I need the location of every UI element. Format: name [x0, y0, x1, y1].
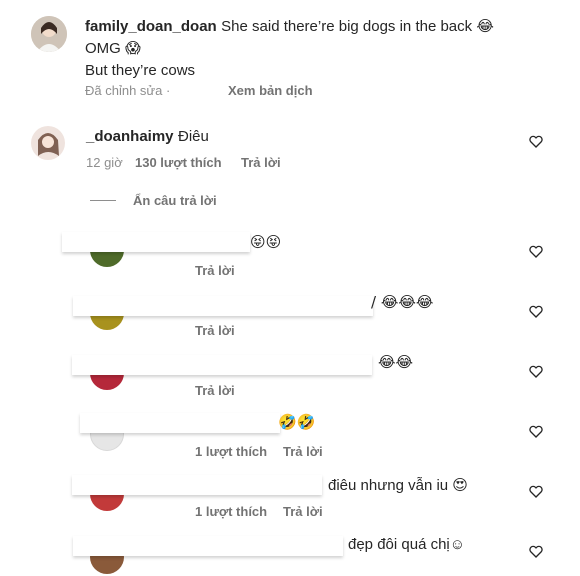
edited-label: Đã chỉnh sửa · — [85, 83, 171, 98]
reply-text-3: 😂😂 — [378, 353, 414, 371]
comment-text-line1: She said there’re big dogs in the back 😂 — [221, 18, 494, 35]
reply-4-action-wrap: Trả lời — [283, 444, 323, 459]
redaction-bar — [73, 296, 373, 316]
reply-3-action-wrap: Trả lời — [195, 383, 235, 398]
reply-text: Điêu — [177, 128, 209, 145]
redaction-bar — [73, 536, 343, 556]
reply-5-action-wrap: Trả lời — [283, 504, 323, 519]
reply-avatar-image — [31, 126, 65, 160]
redaction-bar — [72, 355, 372, 375]
reply-5-likes-wrap: 1 lượt thích — [195, 504, 267, 519]
translate-link-wrap: Xem bản dịch — [228, 83, 313, 98]
hide-replies-line — [90, 200, 116, 201]
reply-button[interactable]: Trả lời — [241, 155, 281, 170]
reply-username[interactable]: _doanhaimy — [86, 128, 174, 145]
reply-button-1[interactable]: Trả lời — [195, 263, 235, 278]
redaction-bar — [72, 475, 322, 495]
reply-text-2: / 😂😂😂 — [371, 293, 434, 311]
reply-4-likes-wrap: 1 lượt thích — [195, 444, 267, 459]
reply-button-4[interactable]: Trả lời — [283, 444, 323, 459]
avatar[interactable] — [31, 16, 67, 52]
reply-2-action-wrap: Trả lời — [195, 323, 235, 338]
avatar-image — [31, 16, 67, 52]
reply-likes[interactable]: 130 lượt thích — [135, 155, 222, 170]
like-heart-icon[interactable] — [528, 133, 544, 154]
top-comment-body: family_doan_doan She said there’re big d… — [85, 16, 525, 82]
comment-username[interactable]: family_doan_doan — [85, 18, 217, 35]
reply-text-1: 😝😝 — [250, 233, 282, 251]
comment-meta-row: Đã chỉnh sửa · — [85, 83, 170, 98]
hide-replies-button[interactable]: Ẩn câu trả lời — [133, 193, 217, 208]
comment-text-line3: But they’re cows — [85, 62, 196, 79]
reply-likes-5[interactable]: 1 lượt thích — [195, 504, 267, 519]
like-heart-icon[interactable] — [528, 303, 544, 324]
reply-1-action-wrap: Trả lời — [195, 263, 235, 278]
like-heart-icon[interactable] — [528, 243, 544, 264]
reply-likes-wrap: 130 lượt thích — [135, 155, 222, 170]
reply-avatar[interactable] — [31, 126, 65, 160]
like-heart-icon[interactable] — [528, 363, 544, 384]
reply-button-5[interactable]: Trả lời — [283, 504, 323, 519]
redaction-bar — [80, 413, 280, 433]
like-heart-icon[interactable] — [528, 483, 544, 504]
hide-replies-wrap: Ẩn câu trả lời — [133, 193, 217, 208]
redaction-bar — [62, 232, 250, 252]
reply-text-5: điêu nhưng vẫn iu 😍 — [328, 477, 468, 494]
reply-text-6: đẹp đôi quá chị☺ — [348, 536, 466, 553]
like-heart-icon[interactable] — [528, 543, 544, 564]
reply-button-2[interactable]: Trả lời — [195, 323, 235, 338]
reply-button-3[interactable]: Trả lời — [195, 383, 235, 398]
like-heart-icon[interactable] — [528, 423, 544, 444]
translate-link[interactable]: Xem bản dịch — [228, 83, 313, 98]
comment-text-line2: OMG 😱 — [85, 40, 141, 57]
reply-likes-4[interactable]: 1 lượt thích — [195, 444, 267, 459]
reply-main-body: _doanhaimy Điêu — [86, 127, 209, 147]
reply-time: 12 giờ — [86, 155, 123, 170]
reply-reply-wrap: Trả lời — [241, 155, 281, 170]
reply-text-4: 🤣🤣 — [278, 413, 316, 431]
